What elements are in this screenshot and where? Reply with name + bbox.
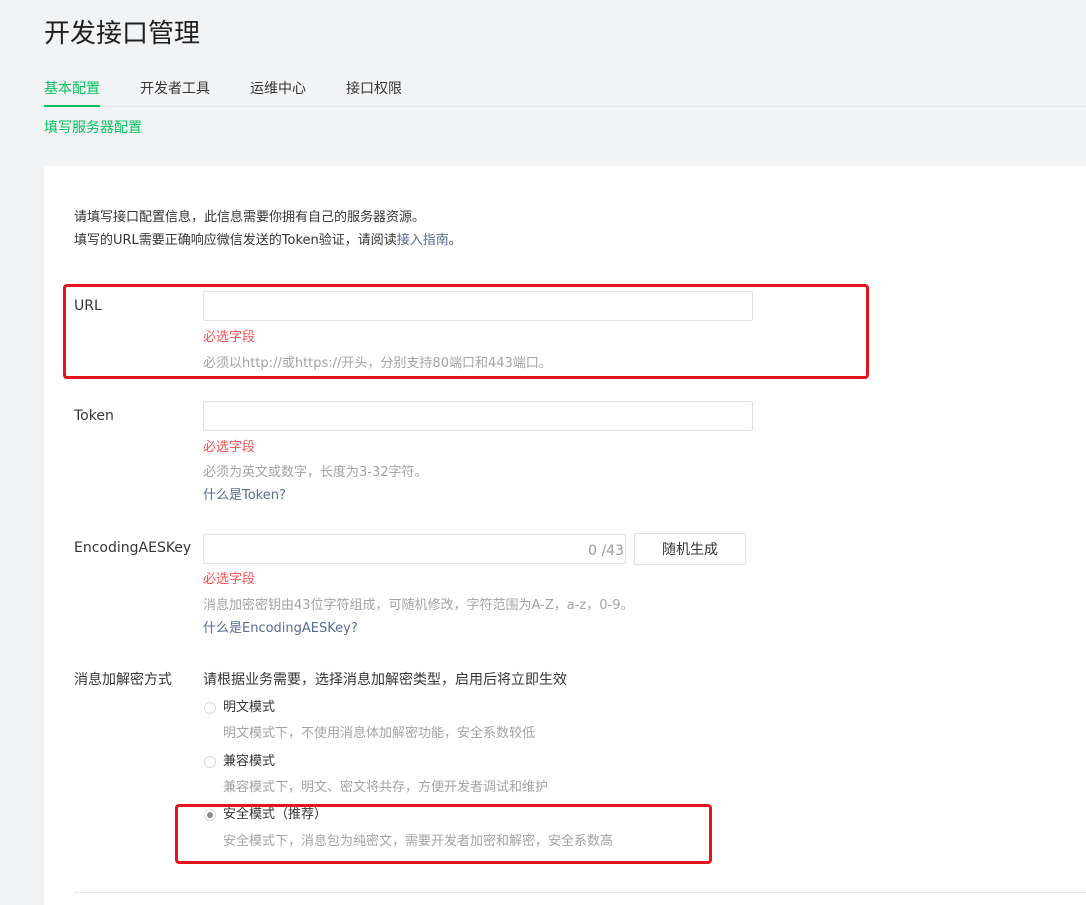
page-title: 开发接口管理 [44, 19, 201, 49]
intro-text: 请填写接口配置信息，此信息需要你拥有自己的服务器资源。 填写的URL需要正确响应… [74, 206, 462, 252]
tab-basic-config[interactable]: 基本配置 [44, 78, 100, 107]
radio-checked-icon[interactable] [204, 809, 216, 821]
intro-line-2-text: 填写的URL需要正确响应微信发送的Token验证，请阅读 [74, 233, 397, 248]
form-divider [74, 892, 1086, 893]
encryption-description: 请根据业务需要，选择消息加解密类型，启用后将立即生效 [203, 672, 567, 688]
url-label: URL [74, 298, 102, 314]
aeskey-char-counter: 0 /43 [588, 543, 624, 559]
access-guide-link[interactable]: 接入指南 [397, 233, 449, 248]
url-input[interactable] [203, 291, 753, 321]
intro-line-2: 填写的URL需要正确响应微信发送的Token验证，请阅读接入指南。 [74, 229, 462, 252]
url-error: 必选字段 [203, 330, 256, 345]
aeskey-help-link[interactable]: 什么是EncodingAESKey? [203, 619, 358, 639]
radio-circle-icon[interactable] [204, 702, 216, 714]
token-help-link[interactable]: 什么是Token? [203, 486, 286, 506]
token-label: Token [74, 408, 114, 424]
token-error: 必选字段 [203, 440, 256, 455]
random-generate-button[interactable]: 随机生成 [634, 533, 746, 565]
radio-plaintext-label: 明文模式 [223, 700, 276, 715]
intro-line-2-suffix: 。 [448, 233, 462, 248]
aeskey-input[interactable] [203, 534, 626, 564]
tab-operations-center[interactable]: 运维中心 [250, 78, 306, 106]
radio-compatible-hint: 兼容模式下，明文、密文将共存，方便开发者调试和维护 [223, 780, 549, 795]
tab-developer-tools[interactable]: 开发者工具 [140, 78, 210, 106]
tab-api-permissions[interactable]: 接口权限 [346, 78, 402, 106]
token-hint: 必须为英文或数字，长度为3-32字符。 [203, 465, 428, 480]
radio-safe-hint: 安全模式下，消息包为纯密文，需要开发者加密和解密，安全系数高 [223, 834, 614, 849]
aeskey-error: 必选字段 [203, 572, 256, 587]
radio-compatible-label: 兼容模式 [223, 754, 276, 769]
tab-bar: 基本配置 开发者工具 运维中心 接口权限 [44, 78, 1086, 107]
aeskey-hint: 消息加密密钥由43位字符组成，可随机修改，字符范围为A-Z，a-z，0-9。 [203, 598, 634, 613]
server-config-link[interactable]: 填写服务器配置 [44, 118, 142, 138]
config-form-card: 请填写接口配置信息，此信息需要你拥有自己的服务器资源。 填写的URL需要正确响应… [44, 166, 1086, 905]
radio-safe-label: 安全模式（推荐） [223, 807, 328, 822]
intro-line-1: 请填写接口配置信息，此信息需要你拥有自己的服务器资源。 [74, 210, 426, 225]
radio-circle-icon[interactable] [204, 756, 216, 768]
encryption-label: 消息加解密方式 [74, 672, 172, 688]
url-hint: 必须以http://或https://开头，分别支持80端口和443端口。 [203, 356, 552, 371]
token-input[interactable] [203, 401, 753, 431]
radio-plaintext-hint: 明文模式下，不使用消息体加解密功能，安全系数较低 [223, 726, 536, 741]
aeskey-label: EncodingAESKey [74, 540, 192, 556]
